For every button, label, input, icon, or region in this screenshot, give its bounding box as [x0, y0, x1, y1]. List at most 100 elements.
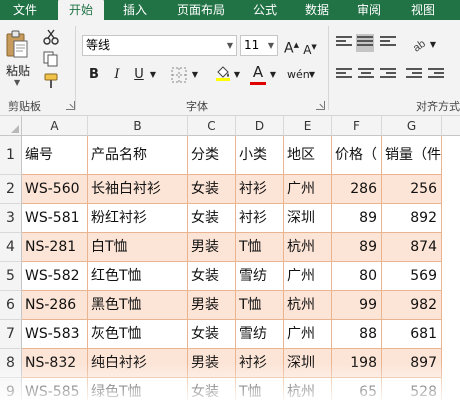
header-cell-region[interactable]: 地区 [284, 136, 332, 175]
cell-subcategory[interactable]: T恤 [236, 378, 284, 400]
row-header-6[interactable]: 6 [0, 291, 22, 320]
underline-button[interactable]: U [132, 66, 146, 84]
orientation-icon[interactable]: ab [410, 35, 428, 53]
column-header-f[interactable]: F [332, 116, 382, 136]
cell-region[interactable]: 广州 [284, 175, 332, 204]
cell-sales[interactable]: 256 [382, 175, 442, 204]
cell-region[interactable]: 广州 [284, 320, 332, 349]
cell-product-name[interactable]: 黑色T恤 [88, 291, 188, 320]
cell-sales[interactable]: 528 [382, 378, 442, 400]
cell-id[interactable]: WS-583 [22, 320, 88, 349]
cell-price[interactable]: 80 [332, 262, 382, 291]
clipboard-dialog-launcher-icon[interactable] [66, 101, 75, 110]
cell-product-name[interactable]: 白T恤 [88, 233, 188, 262]
chevron-down-icon[interactable]: ▼ [268, 66, 278, 84]
cell-sales[interactable]: 897 [382, 349, 442, 378]
increase-font-size-icon[interactable]: A▲ [284, 36, 299, 57]
column-header-c[interactable]: C [188, 116, 236, 136]
font-name-dropdown[interactable]: 等线 ▼ [82, 35, 237, 56]
chevron-down-icon[interactable]: ▼ [14, 78, 20, 87]
column-header-d[interactable]: D [236, 116, 284, 136]
cell-category[interactable]: 男装 [188, 349, 236, 378]
cell-subcategory[interactable]: 衬衫 [236, 349, 284, 378]
cell-id[interactable]: NS-832 [22, 349, 88, 378]
cell-sales[interactable]: 874 [382, 233, 442, 262]
header-cell-price[interactable]: 价格（ [332, 136, 382, 175]
column-header-a[interactable]: A [22, 116, 88, 136]
copy-icon[interactable] [42, 50, 60, 68]
cell-sales[interactable]: 892 [382, 204, 442, 233]
select-all-button[interactable] [0, 116, 22, 136]
cut-icon[interactable] [42, 28, 60, 46]
column-header-e[interactable]: E [284, 116, 332, 136]
cell-category[interactable]: 女装 [188, 320, 236, 349]
cell-region[interactable]: 深圳 [284, 349, 332, 378]
format-painter-icon[interactable] [42, 72, 60, 90]
align-bottom-icon[interactable] [380, 36, 396, 50]
font-color-icon[interactable]: A [250, 63, 266, 81]
cell-id[interactable]: WS-560 [22, 175, 88, 204]
chevron-down-icon[interactable]: ▼ [190, 66, 200, 84]
row-header-5[interactable]: 5 [0, 262, 22, 291]
paste-button-label[interactable]: 粘贴 [6, 62, 30, 79]
cell-sales[interactable]: 681 [382, 320, 442, 349]
cell-price[interactable]: 88 [332, 320, 382, 349]
cell-price[interactable]: 198 [332, 349, 382, 378]
align-top-icon[interactable] [336, 36, 352, 50]
cell-product-name[interactable]: 粉红衬衫 [88, 204, 188, 233]
decrease-font-size-icon[interactable]: A▼ [303, 38, 317, 57]
tab-data[interactable]: 数据 [302, 0, 332, 20]
cell-region[interactable]: 深圳 [284, 204, 332, 233]
header-cell-id[interactable]: 编号 [22, 136, 88, 175]
decrease-indent-icon[interactable] [406, 68, 422, 82]
cell-price[interactable]: 89 [332, 204, 382, 233]
tab-insert[interactable]: 插入 [120, 0, 150, 20]
column-header-b[interactable]: B [88, 116, 188, 136]
align-right-icon[interactable] [380, 68, 396, 82]
cell-category[interactable]: 女装 [188, 378, 236, 400]
cell-id[interactable]: NS-281 [22, 233, 88, 262]
header-cell-product-name[interactable]: 产品名称 [88, 136, 188, 175]
fill-color-icon[interactable] [214, 64, 232, 82]
row-header-1[interactable]: 1 [0, 136, 22, 175]
align-middle-icon[interactable] [356, 34, 374, 52]
font-dialog-launcher-icon[interactable] [316, 101, 325, 110]
cell-subcategory[interactable]: 衬衫 [236, 175, 284, 204]
chevron-down-icon[interactable]: ▼ [148, 66, 158, 84]
cell-subcategory[interactable]: 衬衫 [236, 204, 284, 233]
phonetic-guide-icon[interactable]: wén [287, 66, 310, 84]
cell-subcategory[interactable]: 雪纺 [236, 320, 284, 349]
cell-product-name[interactable]: 绿色T恤 [88, 378, 188, 400]
cell-subcategory[interactable]: T恤 [236, 291, 284, 320]
spreadsheet-grid[interactable]: A B C D E F G 1 2 3 4 5 6 7 8 9 编号 产品名称 分类… [0, 116, 460, 400]
column-header-g[interactable]: G [382, 116, 442, 136]
align-center-icon[interactable] [358, 68, 374, 82]
row-header-3[interactable]: 3 [0, 204, 22, 233]
header-cell-subcategory[interactable]: 小类 [236, 136, 284, 175]
cell-id[interactable]: NS-286 [22, 291, 88, 320]
tab-page-layout[interactable]: 页面布局 [170, 0, 232, 20]
cell-price[interactable]: 65 [332, 378, 382, 400]
row-header-8[interactable]: 8 [0, 349, 22, 378]
cell-region[interactable]: 广州 [284, 262, 332, 291]
cell-id[interactable]: WS-582 [22, 262, 88, 291]
cell-category[interactable]: 女装 [188, 204, 236, 233]
chevron-down-icon[interactable]: ▼ [428, 36, 438, 54]
cell-region[interactable]: 杭州 [284, 233, 332, 262]
tab-view[interactable]: 视图 [408, 0, 438, 20]
cell-price[interactable]: 286 [332, 175, 382, 204]
cell-region[interactable]: 杭州 [284, 378, 332, 400]
cell-category[interactable]: 男装 [188, 233, 236, 262]
cell-sales[interactable]: 569 [382, 262, 442, 291]
header-cell-sales[interactable]: 销量（件） [382, 136, 442, 175]
cell-id[interactable]: WS-585 [22, 378, 88, 400]
tab-formulas[interactable]: 公式 [250, 0, 280, 20]
font-size-dropdown[interactable]: 11 ▼ [240, 35, 278, 56]
cell-subcategory[interactable]: T恤 [236, 233, 284, 262]
tab-review[interactable]: 审阅 [354, 0, 384, 20]
cell-price[interactable]: 89 [332, 233, 382, 262]
italic-button[interactable]: I [110, 66, 124, 84]
cell-sales[interactable]: 982 [382, 291, 442, 320]
cell-product-name[interactable]: 长袖白衬衫 [88, 175, 188, 204]
cell-product-name[interactable]: 红色T恤 [88, 262, 188, 291]
